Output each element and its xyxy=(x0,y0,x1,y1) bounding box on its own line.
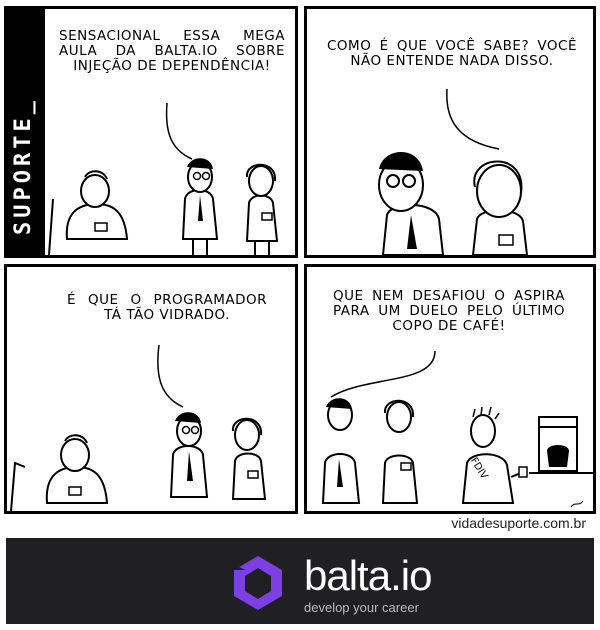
panel-1-art xyxy=(48,102,279,255)
panel-2-art xyxy=(378,88,529,255)
seated-employee-figure xyxy=(48,170,129,255)
panel-3-art xyxy=(10,344,267,511)
woman-closeup xyxy=(471,160,529,255)
man-with-glasses-figure xyxy=(169,412,209,498)
woman-figure xyxy=(381,399,419,504)
brand-name: balta.io xyxy=(304,552,432,599)
panel-4-art xyxy=(321,350,593,508)
man-with-glasses-figure xyxy=(321,398,361,504)
man-with-glasses-closeup xyxy=(378,152,445,255)
brand-tagline: develop your career xyxy=(304,600,419,615)
site-credit: vidadesuporte.com.br xyxy=(451,515,586,531)
seated-programmer-figure xyxy=(10,434,109,511)
comic-panel-4: Que nem desafiou o aspira para um duelo … xyxy=(304,264,596,514)
man-with-glasses-figure xyxy=(181,158,219,255)
sponsor-banner: balta.io develop your career xyxy=(6,538,594,624)
woman-figure xyxy=(231,417,267,500)
comic-panel-1: SUPORTE_ Sensacional essa mega aula da b… xyxy=(4,6,298,258)
comic-panel-2: Como é que você sabe? Você não entende n… xyxy=(304,6,596,258)
comic-panel-3: É que o programador tá tão vidrado. xyxy=(4,264,298,514)
woman-figure xyxy=(245,163,279,255)
fdiv-character-figure xyxy=(461,406,528,504)
balta-hexagon-logo-icon xyxy=(234,556,282,610)
coffee-machine xyxy=(529,416,593,474)
